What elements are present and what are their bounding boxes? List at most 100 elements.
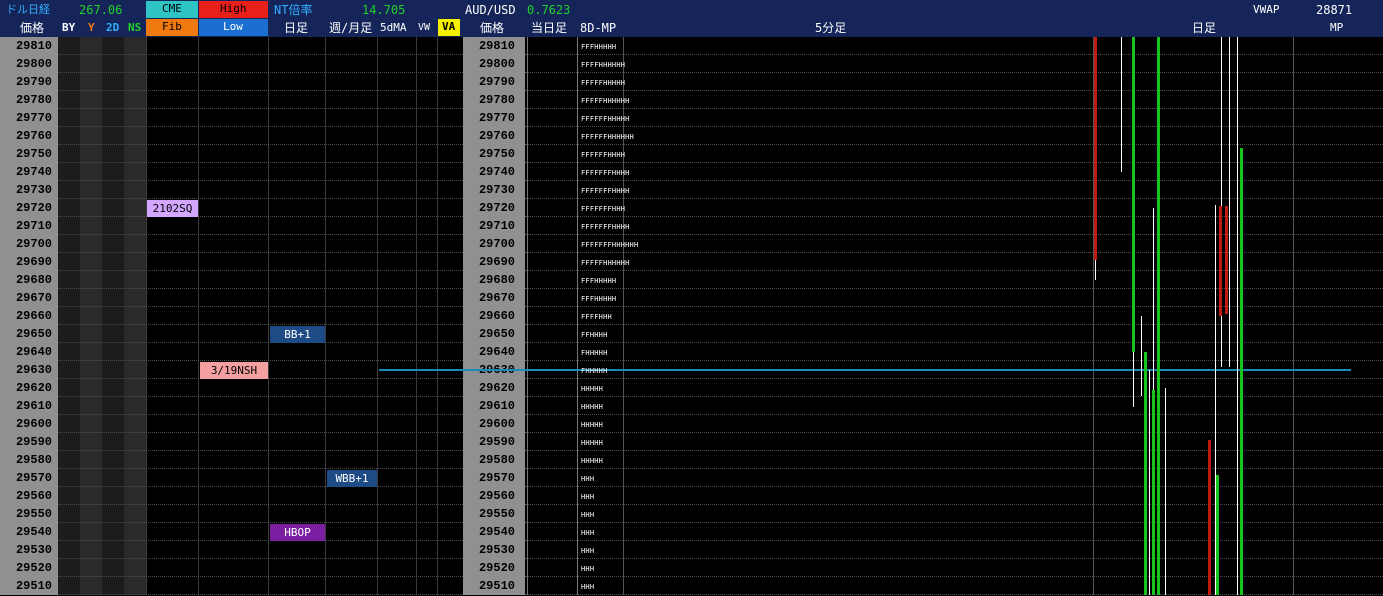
price-label: 29790 [478, 75, 515, 89]
profile-row: FFFFFFFHHH [581, 205, 626, 213]
price-label: 29760 [15, 129, 52, 143]
grid-row-line [58, 144, 463, 145]
price-label: 29570 [478, 471, 515, 485]
separator [577, 37, 578, 595]
price-label: 29510 [478, 579, 515, 593]
2d-column [102, 37, 124, 595]
price-label: 29720 [15, 201, 52, 215]
candle-wick [1141, 316, 1142, 396]
price-label: 29710 [478, 219, 515, 233]
ns-header: NS [128, 21, 142, 34]
grid-row-line [58, 306, 463, 307]
profile-row: FFFFFFFHHHH [581, 169, 630, 177]
price-label: 29790 [15, 75, 52, 89]
price-label: 29690 [15, 255, 52, 269]
grid-row-line [525, 252, 1383, 253]
5dma-header: 5dMA [380, 21, 407, 34]
price-label: 29530 [15, 543, 52, 557]
grid-row-line [58, 486, 463, 487]
price-label: 29780 [478, 93, 515, 107]
grid-row-line [525, 144, 1383, 145]
grid-row-line [58, 234, 463, 235]
profile-row: FHHHHH [581, 349, 608, 357]
profile-row: FFFHHHHH [581, 295, 617, 303]
separator [527, 37, 528, 595]
profile-row: FFFFFFFHHHH [581, 187, 630, 195]
grid-row-line [58, 504, 463, 505]
audusd-label: AUD/USD [465, 3, 516, 17]
high-label: High [220, 2, 247, 15]
price-label: 29540 [478, 525, 515, 539]
bb-tag: BB+1 [270, 326, 325, 343]
profile-row: HHH [581, 529, 595, 537]
daily-header-2: 日足 [1192, 21, 1217, 35]
y-header: Y [88, 21, 95, 34]
profile-row: HHH [581, 493, 595, 501]
grid-row-line [525, 126, 1383, 127]
price-label: 29580 [15, 453, 52, 467]
candle-wick [1221, 37, 1222, 367]
profile-row: FFFFFHHHHHH [581, 97, 630, 105]
profile-row: HHH [581, 547, 595, 555]
low-label: Low [223, 20, 243, 33]
grid-row-line [58, 198, 463, 199]
price-label: 29700 [478, 237, 515, 251]
price-label: 29810 [478, 39, 515, 53]
grid-row-line [525, 576, 1383, 577]
dollar-nikkei-value: 267.06 [79, 3, 123, 17]
candle-red [1225, 206, 1228, 314]
grid-row-line [525, 90, 1383, 91]
price-label: 29660 [478, 309, 515, 323]
y-column [80, 37, 102, 595]
profile-row: HHH [581, 475, 595, 483]
profile-row: HHHHH [581, 439, 604, 447]
price-label: 29560 [478, 489, 515, 503]
price-label: 29750 [478, 147, 515, 161]
audusd-value: 0.7623 [527, 3, 571, 17]
separator [268, 37, 269, 595]
price-label: 29580 [478, 453, 515, 467]
grid-row-line [525, 162, 1383, 163]
price-label: 29750 [15, 147, 52, 161]
separator [325, 37, 326, 595]
price-label: 29800 [478, 57, 515, 71]
fib-label: Fib [162, 20, 182, 33]
profile-row: FFHHHH [581, 331, 608, 339]
profile-row: FFFHHHHH [581, 43, 617, 51]
profile-row: HHH [581, 565, 595, 573]
grid-row-line [58, 108, 463, 109]
price-label: 29660 [15, 309, 52, 323]
candle-wick [1229, 37, 1230, 367]
candle-wick [1165, 388, 1166, 595]
profile-row: FFFFHHHHHH [581, 61, 626, 69]
price-label: 29800 [15, 57, 52, 71]
nt-ratio-value: 14.705 [362, 3, 406, 17]
grid-row-line [58, 450, 463, 451]
price-label: 29600 [478, 417, 515, 431]
price-label: 29550 [478, 507, 515, 521]
grid-row-line [58, 126, 463, 127]
profile-row: HHHHH [581, 403, 604, 411]
price-label: 29540 [15, 525, 52, 539]
dollar-nikkei-label: ドル日経 [6, 3, 50, 16]
2d-header: 2D [106, 21, 120, 34]
cme-label: CME [162, 2, 182, 15]
grid-row-line [525, 54, 1383, 55]
va-label: VA [442, 20, 456, 33]
hbop-tag: HBOP [270, 524, 325, 541]
grid-row-line [58, 252, 463, 253]
grid-row-line [58, 90, 463, 91]
price-label: 29550 [15, 507, 52, 521]
price-label: 29560 [15, 489, 52, 503]
price-label: 29640 [15, 345, 52, 359]
grid-row-line [525, 72, 1383, 73]
grid-row-line [525, 396, 1383, 397]
price-label: 29770 [478, 111, 515, 125]
price-label: 29650 [15, 327, 52, 341]
price-label: 29510 [15, 579, 52, 593]
8d-mp-header: 8D-MP [580, 21, 617, 35]
separator [1293, 37, 1294, 595]
by-column [58, 37, 80, 595]
price-label: 29680 [15, 273, 52, 287]
profile-row: HHH [581, 583, 595, 591]
